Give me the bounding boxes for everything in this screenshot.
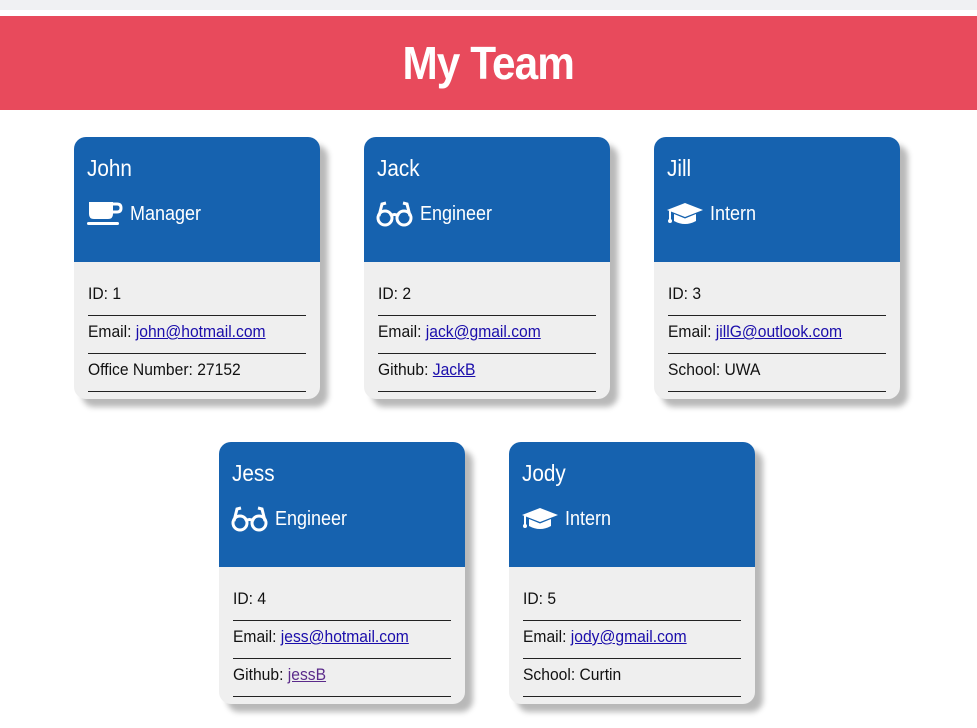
graduation-cap-icon bbox=[666, 199, 704, 229]
email-link[interactable]: jillG@outlook.com bbox=[716, 322, 842, 341]
card-header: Jack Engineer bbox=[364, 137, 610, 262]
graduation-cap-icon bbox=[521, 504, 559, 534]
employee-role: Engineer bbox=[231, 504, 355, 534]
email-link[interactable]: jess@hotmail.com bbox=[281, 627, 409, 646]
github-link[interactable]: jessB bbox=[288, 665, 326, 684]
card-details: ID: 3 Email: jillG@outlook.com School: U… bbox=[654, 262, 900, 392]
card-details: ID: 5 Email: jody@gmail.com School: Curt… bbox=[509, 567, 755, 697]
school-row: School: UWA bbox=[668, 355, 886, 392]
employee-card-jill: Jill Intern ID: 3 Email: jillG@outlook.c… bbox=[654, 137, 900, 399]
github-row: Github: JackB bbox=[378, 355, 596, 392]
employee-email: Email: jillG@outlook.com bbox=[668, 317, 886, 354]
employee-role: Intern bbox=[666, 199, 761, 229]
school-row: School: Curtin bbox=[523, 660, 741, 697]
card-header: Jill Intern bbox=[654, 137, 900, 262]
employee-id: ID: 3 bbox=[668, 279, 886, 316]
glasses-icon bbox=[231, 504, 269, 534]
browser-top-strip bbox=[0, 0, 977, 10]
employee-name: Jack bbox=[377, 155, 420, 181]
employee-role: Manager bbox=[86, 199, 209, 229]
card-header: Jess Engineer bbox=[219, 442, 465, 567]
email-link[interactable]: jody@gmail.com bbox=[571, 627, 687, 646]
employee-email: Email: jody@gmail.com bbox=[523, 622, 741, 659]
employee-card-jess: Jess Engineer ID: 4 Email: jess@hotmail.… bbox=[219, 442, 465, 704]
employee-card-john: John Manager ID: 1 Email: john@hotmail.c… bbox=[74, 137, 320, 399]
card-header: John Manager bbox=[74, 137, 320, 262]
employee-email: Email: john@hotmail.com bbox=[88, 317, 306, 354]
office-number: Office Number: 27152 bbox=[88, 355, 306, 392]
employee-card-jack: Jack Engineer ID: 2 Email: jack@gmail.co… bbox=[364, 137, 610, 399]
employee-email: Email: jack@gmail.com bbox=[378, 317, 596, 354]
coffee-cup-icon bbox=[86, 199, 124, 229]
employee-role: Intern bbox=[521, 504, 616, 534]
card-header: Jody Intern bbox=[509, 442, 755, 567]
employee-card-jody: Jody Intern ID: 5 Email: jody@gmail.com … bbox=[509, 442, 755, 704]
email-link[interactable]: jack@gmail.com bbox=[426, 322, 541, 341]
email-link[interactable]: john@hotmail.com bbox=[136, 322, 266, 341]
card-details: ID: 4 Email: jess@hotmail.com Github: je… bbox=[219, 567, 465, 697]
card-details: ID: 1 Email: john@hotmail.com Office Num… bbox=[74, 262, 320, 392]
employee-name: Jody bbox=[522, 460, 566, 486]
employee-role: Engineer bbox=[376, 199, 500, 229]
employee-id: ID: 2 bbox=[378, 279, 596, 316]
employee-name: John bbox=[87, 155, 132, 181]
github-link[interactable]: JackB bbox=[433, 360, 476, 379]
page-title: My Team bbox=[402, 37, 575, 89]
employee-name: Jill bbox=[667, 155, 692, 181]
employee-id: ID: 4 bbox=[233, 584, 451, 621]
employee-name: Jess bbox=[232, 460, 275, 486]
github-row: Github: jessB bbox=[233, 660, 451, 697]
employee-id: ID: 5 bbox=[523, 584, 741, 621]
page-header: My Team bbox=[0, 16, 977, 110]
employee-id: ID: 1 bbox=[88, 279, 306, 316]
employee-email: Email: jess@hotmail.com bbox=[233, 622, 451, 659]
glasses-icon bbox=[376, 199, 414, 229]
card-details: ID: 2 Email: jack@gmail.com Github: Jack… bbox=[364, 262, 610, 392]
